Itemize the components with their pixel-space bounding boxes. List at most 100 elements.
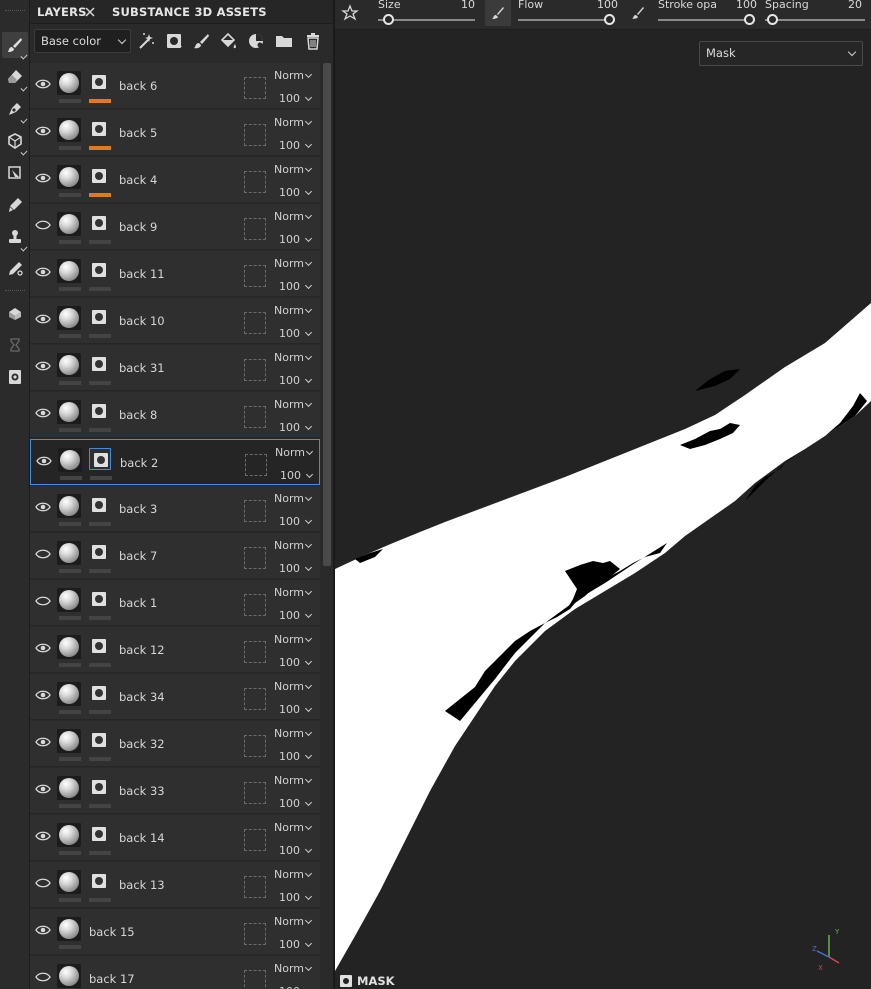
paint-tool[interactable] [2, 32, 28, 60]
size-slider-handle[interactable] [383, 14, 395, 25]
layer-blend-mode[interactable]: Norm [274, 257, 304, 270]
stroke-opacity-value[interactable]: 100 [736, 0, 757, 11]
layer-material-thumbnail[interactable] [57, 212, 81, 236]
layer-name[interactable]: back 1 [119, 596, 157, 610]
layer-opacity[interactable]: 100 [279, 703, 300, 716]
viewport-2d[interactable]: Mask Y Z X MASK [335, 31, 871, 989]
layer-name[interactable]: back 3 [119, 502, 157, 516]
layer-opacity[interactable]: 100 [279, 750, 300, 763]
layer-material-thumbnail[interactable] [57, 729, 81, 753]
flow-slider[interactable] [518, 19, 615, 21]
layer-opacity[interactable]: 100 [279, 92, 300, 105]
layer-list-scrollbar[interactable] [323, 63, 331, 566]
layer-blend-mode[interactable]: Norm [274, 539, 304, 552]
layer-mask-thumbnail[interactable] [88, 306, 110, 328]
eye-hidden-icon[interactable] [35, 548, 51, 560]
layer-material-thumbnail[interactable] [57, 964, 81, 988]
layer-name[interactable]: back 13 [119, 878, 165, 892]
layer-name[interactable]: back 14 [119, 831, 165, 845]
layer-name[interactable]: back 12 [119, 643, 165, 657]
layer-material-thumbnail[interactable] [57, 494, 81, 518]
eraser-tool[interactable] [2, 64, 28, 92]
layer-row[interactable]: back 2 Norm 100 [30, 439, 320, 485]
eye-icon[interactable] [35, 360, 51, 372]
folder-icon[interactable] [274, 31, 294, 51]
render-tool[interactable] [2, 364, 28, 390]
spacing-slider-handle[interactable] [766, 14, 778, 25]
geometry-fill-tool[interactable] [2, 128, 28, 156]
eye-hidden-icon[interactable] [35, 971, 51, 983]
layer-row[interactable]: back 33 Norm 100 [30, 768, 320, 814]
layer-blend-mode[interactable]: Norm [274, 116, 304, 129]
layer-name[interactable]: back 2 [120, 456, 158, 470]
layer-blend-mode[interactable]: Norm [274, 962, 304, 975]
layer-material-thumbnail[interactable] [57, 259, 81, 283]
layer-material-thumbnail[interactable] [57, 823, 81, 847]
layer-mask-thumbnail[interactable] [88, 494, 110, 516]
flow-pressure-toggle[interactable] [485, 0, 511, 26]
layer-blend-mode[interactable]: Norm [274, 821, 304, 834]
viewport-channel-select[interactable]: Mask [699, 41, 863, 66]
projection-tool[interactable] [2, 96, 28, 124]
layer-mask-thumbnail[interactable] [88, 776, 110, 798]
stencil-icon[interactable] [337, 0, 363, 26]
eye-icon[interactable] [35, 78, 51, 90]
flow-slider-handle[interactable] [604, 14, 615, 25]
stroke-opacity-slider[interactable] [658, 19, 755, 21]
layer-name[interactable]: back 5 [119, 126, 157, 140]
trash-icon[interactable] [303, 31, 323, 51]
layer-material-thumbnail[interactable] [57, 118, 81, 142]
smudge-tool[interactable] [2, 192, 28, 218]
flow-value[interactable]: 100 [597, 0, 618, 11]
layer-row[interactable]: back 15 Norm 100 [30, 909, 320, 955]
layer-row[interactable]: back 5 Norm 100 [30, 110, 320, 156]
stroke-opacity-slider-handle[interactable] [744, 14, 755, 25]
layer-material-thumbnail[interactable] [57, 353, 81, 377]
spacing-value[interactable]: 20 [848, 0, 862, 11]
layer-name[interactable]: back 8 [119, 408, 157, 422]
polygon-fill-tool[interactable] [2, 160, 28, 186]
layer-row[interactable]: back 4 Norm 100 [30, 157, 320, 203]
layer-blend-mode[interactable]: Norm [274, 492, 304, 505]
eye-hidden-icon[interactable] [35, 877, 51, 889]
layer-mask-thumbnail[interactable] [88, 682, 110, 704]
eye-icon[interactable] [35, 501, 51, 513]
layer-opacity[interactable]: 100 [279, 656, 300, 669]
channel-select[interactable]: Base color [34, 29, 131, 53]
layer-blend-mode[interactable]: Norm [274, 633, 304, 646]
layer-opacity[interactable]: 100 [279, 515, 300, 528]
layer-material-thumbnail[interactable] [57, 541, 81, 565]
eye-hidden-icon[interactable] [35, 595, 51, 607]
smart-mask-icon[interactable] [246, 31, 266, 51]
layer-mask-thumbnail[interactable] [89, 448, 111, 470]
layer-material-thumbnail[interactable] [57, 306, 81, 330]
eye-icon[interactable] [35, 313, 51, 325]
layer-blend-mode[interactable]: Norm [274, 727, 304, 740]
layer-blend-mode[interactable]: Norm [274, 398, 304, 411]
close-icon[interactable] [82, 4, 98, 20]
layer-mask-thumbnail[interactable] [88, 71, 110, 93]
layer-name[interactable]: back 17 [89, 972, 135, 986]
layer-row[interactable]: back 3 Norm 100 [30, 486, 320, 532]
layer-row[interactable]: back 34 Norm 100 [30, 674, 320, 720]
eye-icon[interactable] [35, 783, 51, 795]
layer-row[interactable]: back 7 Norm 100 [30, 533, 320, 579]
layer-opacity[interactable]: 100 [279, 609, 300, 622]
layer-mask-thumbnail[interactable] [88, 588, 110, 610]
layer-row[interactable]: back 11 Norm 100 [30, 251, 320, 297]
layer-blend-mode[interactable]: Norm [274, 586, 304, 599]
layer-material-thumbnail[interactable] [57, 400, 81, 424]
layer-blend-mode[interactable]: Norm [274, 868, 304, 881]
layer-name[interactable]: back 11 [119, 267, 165, 281]
layer-material-thumbnail[interactable] [58, 448, 82, 472]
layer-mask-thumbnail[interactable] [88, 118, 110, 140]
paint-layer-icon[interactable] [191, 31, 211, 51]
layer-material-thumbnail[interactable] [57, 71, 81, 95]
layer-blend-mode[interactable]: Norm [274, 163, 304, 176]
layer-mask-thumbnail[interactable] [88, 353, 110, 375]
spacing-slider[interactable] [765, 19, 865, 21]
layer-opacity[interactable]: 100 [279, 186, 300, 199]
fill-layer-icon[interactable] [218, 31, 238, 51]
layer-opacity[interactable]: 100 [279, 374, 300, 387]
layer-name[interactable]: back 9 [119, 220, 157, 234]
